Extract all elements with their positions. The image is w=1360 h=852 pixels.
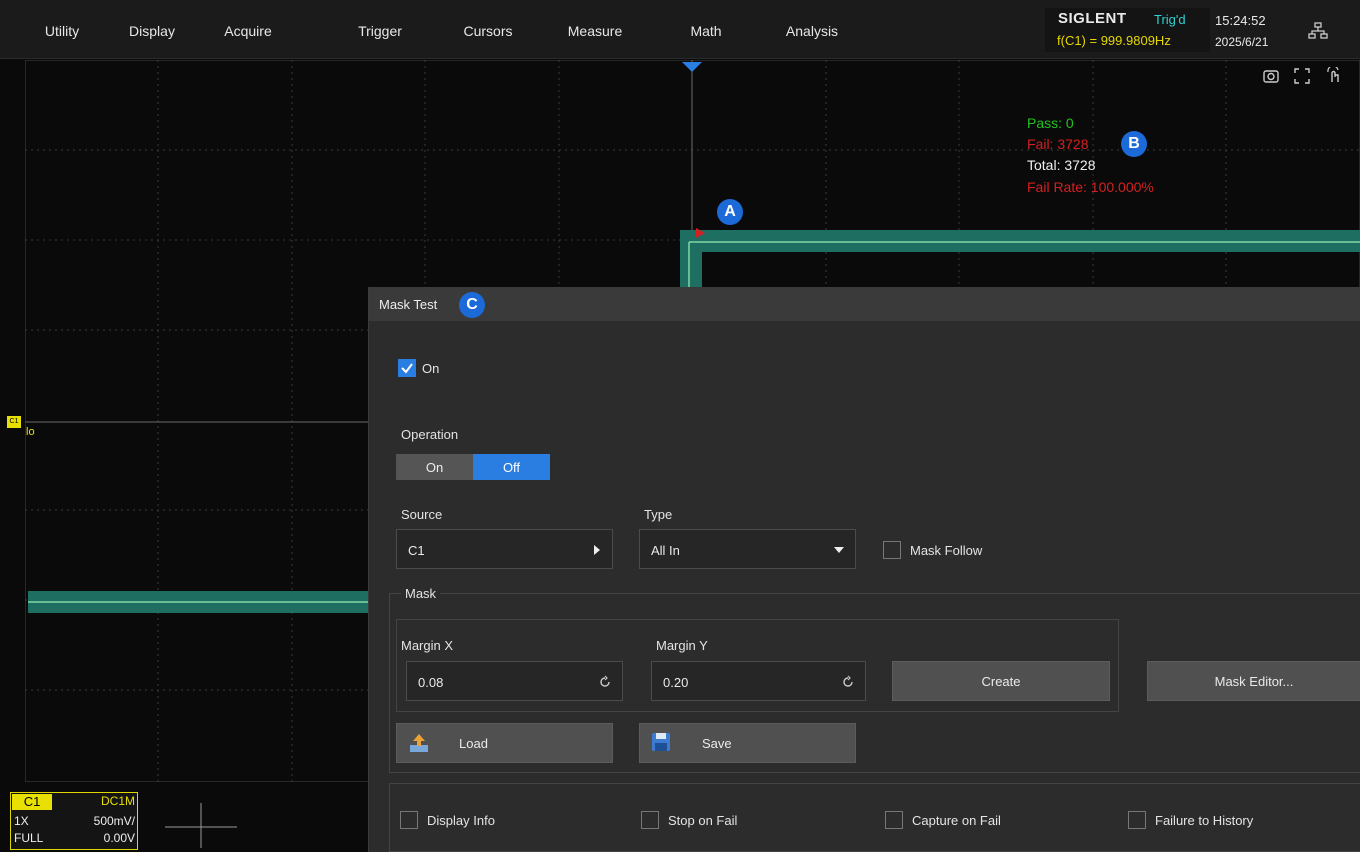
channel-probe: 1X [14, 814, 29, 828]
menu-cursors[interactable]: Cursors [448, 0, 528, 58]
menu-acquire[interactable]: Acquire [208, 0, 288, 58]
channel-marker[interactable]: C1 [7, 416, 21, 428]
mask-editor-label: Mask Editor... [1214, 674, 1294, 689]
source-label: Source [401, 507, 443, 522]
failure-to-history-checkbox[interactable] [1128, 811, 1146, 829]
callout-c: C [459, 292, 485, 318]
fail-rate: Fail Rate: 100.000% [1027, 179, 1154, 195]
menu-display[interactable]: Display [112, 0, 192, 58]
frequency-counter[interactable]: f(C1) = 999.9809Hz [1057, 33, 1171, 48]
margin-y-input[interactable]: 0.20 [651, 661, 866, 701]
margin-x-input[interactable]: 0.08 [406, 661, 623, 701]
clock-time: 15:24:52 [1215, 13, 1266, 28]
channel-name: C1 [12, 794, 52, 810]
load-button[interactable]: Load [396, 723, 613, 763]
channel-level-label: lo [26, 426, 35, 438]
mask-editor-button[interactable]: Mask Editor... [1147, 661, 1360, 701]
chevron-down-icon [834, 547, 844, 553]
save-button[interactable]: Save [639, 723, 856, 763]
total-count: Total: 3728 [1027, 157, 1096, 173]
callout-b: B [1121, 131, 1147, 157]
chevron-right-icon [594, 545, 600, 555]
mask-enable-checkbox[interactable] [398, 359, 416, 377]
operation-label: Operation [401, 427, 459, 442]
mask-test-dialog: Mask Test C On Operation On Off Source C… [368, 287, 1360, 852]
menu-trigger[interactable]: Trigger [340, 0, 420, 58]
channel-bandwidth: FULL [14, 831, 44, 845]
stop-on-fail-checkbox[interactable] [641, 811, 659, 829]
check-icon [401, 363, 413, 374]
margin-x-value: 0.08 [418, 675, 444, 690]
mask-enable-label: On [422, 361, 440, 376]
fail-count: Fail: 3728 [1027, 136, 1089, 152]
create-button[interactable]: Create [892, 661, 1110, 701]
capture-on-fail-label: Capture on Fail [912, 813, 1001, 828]
channel-coupling: DC1M [100, 794, 135, 808]
display-info-checkbox[interactable] [400, 811, 418, 829]
type-value: All In [651, 543, 680, 558]
operation-off-toggle[interactable]: Off [473, 454, 550, 480]
reset-icon[interactable] [598, 675, 612, 689]
network-icon[interactable] [1308, 22, 1328, 40]
create-button-label: Create [981, 674, 1021, 689]
menu-bar: Utility Display Acquire Trigger Cursors … [0, 0, 1360, 59]
source-value: C1 [408, 543, 425, 558]
menu-measure[interactable]: Measure [555, 0, 635, 58]
dialog-title-bar[interactable]: Mask Test C [369, 287, 1360, 321]
pass-count: Pass: 0 [1027, 115, 1074, 131]
menu-math[interactable]: Math [666, 0, 746, 58]
margin-x-label: Margin X [401, 638, 454, 653]
callout-a: A [717, 199, 743, 225]
source-select[interactable]: C1 [396, 529, 613, 569]
load-button-label: Load [459, 736, 488, 751]
screenshot-icon[interactable] [1262, 67, 1280, 85]
fullscreen-icon[interactable] [1293, 67, 1311, 85]
channel-info-box[interactable]: C1 DC1M 1X 500mV/ FULL 0.00V [10, 792, 138, 850]
channel-offset: 0.00V [103, 831, 135, 845]
menu-analysis[interactable]: Analysis [772, 0, 852, 58]
operation-off-label: Off [502, 460, 521, 475]
dialog-title: Mask Test [379, 297, 438, 312]
operation-on-label: On [425, 460, 444, 475]
display-info-label: Display Info [427, 813, 495, 828]
capture-on-fail-checkbox[interactable] [885, 811, 903, 829]
save-button-label: Save [702, 736, 732, 751]
mask-follow-checkbox[interactable] [883, 541, 901, 559]
brand-logo: SIGLENT [1058, 10, 1127, 27]
margin-y-label: Margin Y [656, 638, 708, 653]
margin-y-value: 0.20 [663, 675, 689, 690]
reset-icon[interactable] [841, 675, 855, 689]
type-select[interactable]: All In [639, 529, 856, 569]
load-icon [410, 734, 428, 752]
failure-to-history-label: Failure to History [1155, 813, 1254, 828]
save-icon [652, 733, 670, 751]
add-channel-icon[interactable] [165, 798, 237, 848]
clock-date: 2025/6/21 [1215, 35, 1269, 49]
mask-follow-label: Mask Follow [910, 543, 983, 558]
operation-on-toggle[interactable]: On [396, 454, 473, 480]
channel-scale: 500mV/ [93, 814, 135, 828]
stop-on-fail-label: Stop on Fail [668, 813, 738, 828]
menu-utility[interactable]: Utility [30, 0, 94, 58]
mask-group-label: Mask [401, 586, 441, 601]
type-label: Type [644, 507, 673, 522]
touch-icon[interactable] [1325, 67, 1343, 85]
trigger-status[interactable]: Trig'd [1154, 12, 1186, 27]
